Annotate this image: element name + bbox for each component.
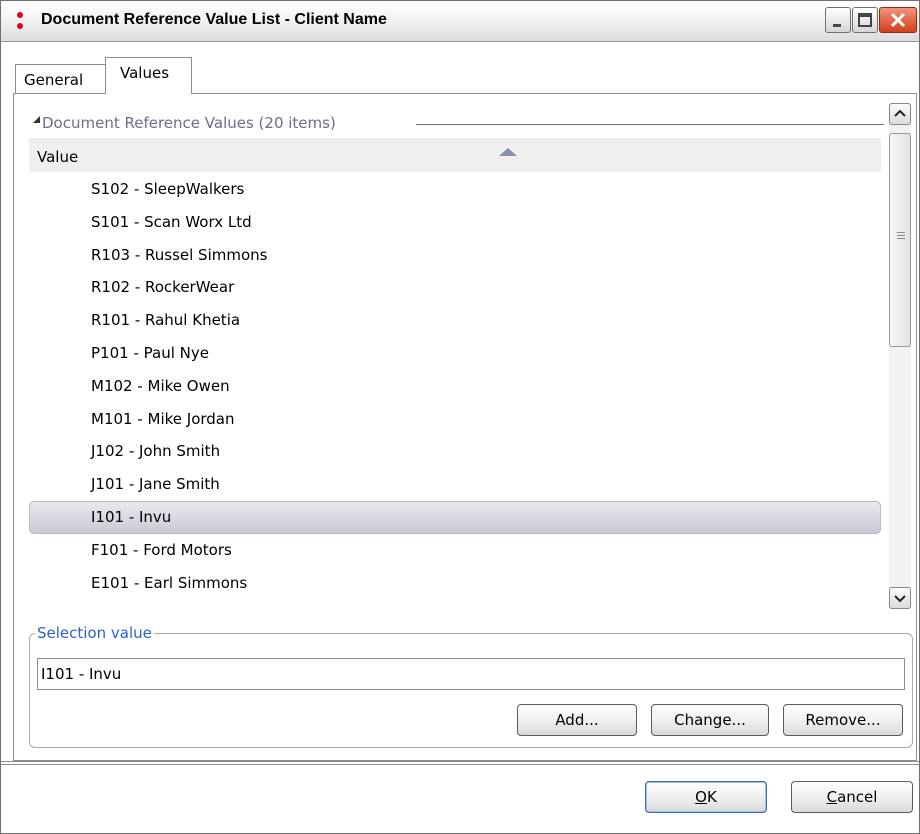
tab-values[interactable]: Values [105,57,192,94]
list-item[interactable]: P101 - Paul Nye [29,337,881,370]
ok-label-rest: K [706,788,717,806]
maximize-button[interactable] [852,7,878,33]
list-item[interactable]: F101 - Ford Motors [29,534,881,567]
cancel-button[interactable]: Cancel [791,781,913,813]
footer-divider [1,761,919,765]
scroll-up-button[interactable] [889,103,911,125]
list-item[interactable]: R101 - Rahul Khetia [29,304,881,337]
selection-value-group [29,633,913,748]
title-bar[interactable]: Document Reference Value List - Client N… [1,1,919,42]
list-item[interactable]: M101 - Mike Jordan [29,403,881,436]
group-header[interactable]: Document Reference Values (20 items) [29,113,888,135]
list-item[interactable]: S101 - Scan Worx Ltd [29,206,881,239]
scroll-thumb[interactable] [889,133,911,347]
list-item[interactable]: I101 - Invu [29,500,881,534]
column-header-value[interactable]: Value [29,138,881,172]
ok-mnemonic: O [695,788,707,806]
remove-button[interactable]: Remove... [783,704,903,736]
sort-ascending-icon [499,148,517,156]
tab-general-label: General [24,71,84,89]
minimize-button[interactable] [825,7,851,33]
grip-icon [897,232,905,233]
minimize-icon [833,24,841,27]
list-rows: S102 - SleepWalkers S101 - Scan Worx Ltd R… [29,173,881,599]
chevron-up-icon [894,109,906,117]
values-list[interactable]: Document Reference Values (20 items) Val… [29,103,888,611]
column-header-label: Value [37,148,79,166]
window-title: Document Reference Value List - Client N… [41,11,387,28]
list-item[interactable]: R103 - Russel Simmons [29,239,881,272]
tab-general[interactable]: General [15,64,106,93]
add-button[interactable]: Add... [517,704,637,736]
group-label: Document Reference Values (20 items) [42,114,336,132]
chevron-down-icon [894,595,906,603]
maximize-icon [858,13,872,27]
list-item[interactable]: E101 - Earl Simmons [29,567,881,600]
ok-button[interactable]: OK [645,781,767,813]
vertical-scrollbar[interactable] [889,103,911,609]
list-item[interactable]: R102 - RockerWear [29,271,881,304]
list-item[interactable]: J101 - Jane Smith [29,468,881,501]
selection-value-input[interactable] [37,658,905,690]
group-divider [416,124,884,125]
change-button[interactable]: Change... [651,704,769,736]
list-item[interactable]: S102 - SleepWalkers [29,173,881,206]
tab-values-label: Values [120,64,170,82]
cancel-mnemonic: C [826,788,838,806]
list-item[interactable]: J102 - John Smith [29,435,881,468]
close-icon [890,12,906,28]
dialog-window: Document Reference Value List - Client N… [0,0,920,834]
app-icon [15,10,25,32]
list-item[interactable]: M102 - Mike Owen [29,370,881,403]
collapse-triangle-icon[interactable] [33,116,40,123]
selection-value-legend: Selection value [35,624,154,642]
close-button[interactable] [879,7,917,33]
cancel-label-rest: ancel [837,788,878,806]
scroll-down-button[interactable] [889,587,911,609]
